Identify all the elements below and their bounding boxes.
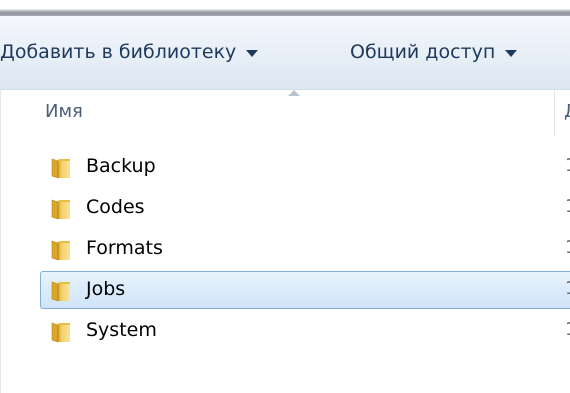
file-meta: 1 xyxy=(565,155,570,176)
add-to-library-label: Добавить в библиотеку xyxy=(0,41,237,63)
column-divider[interactable] xyxy=(554,90,555,136)
file-row-jobs[interactable]: Jobs 1 xyxy=(40,271,570,309)
file-row-backup[interactable]: Backup 1 xyxy=(40,148,570,186)
file-meta: 1 xyxy=(565,319,570,340)
column-header-name[interactable]: Имя xyxy=(45,101,83,122)
sort-up-arrow-icon xyxy=(288,90,300,96)
file-row-system[interactable]: System 1 xyxy=(40,312,570,350)
file-list-pane: Имя Д Backup 1 Codes 1 Formats 1 Jobs 1 System 1 xyxy=(0,90,570,393)
file-name: Backup xyxy=(86,155,156,177)
file-meta: 1 xyxy=(565,237,570,258)
folder-icon xyxy=(51,199,70,220)
file-name: Codes xyxy=(86,196,145,218)
folder-icon xyxy=(51,158,70,179)
file-name: Formats xyxy=(86,237,163,259)
chevron-down-icon xyxy=(505,50,518,57)
file-row-codes[interactable]: Codes 1 xyxy=(40,189,570,227)
folder-icon xyxy=(51,240,70,261)
folder-icon xyxy=(51,281,70,302)
column-header-row: Имя Д xyxy=(0,90,570,136)
file-meta: 1 xyxy=(565,278,570,299)
share-button[interactable]: Общий доступ xyxy=(350,24,565,80)
chevron-down-icon xyxy=(246,50,259,57)
folder-icon xyxy=(51,322,70,343)
file-name: System xyxy=(86,319,157,341)
column-header-next[interactable]: Д xyxy=(564,101,570,122)
file-name: Jobs xyxy=(86,278,126,300)
file-row-formats[interactable]: Formats 1 xyxy=(40,230,570,268)
window-top-border xyxy=(0,0,570,16)
share-label: Общий доступ xyxy=(350,41,496,63)
command-bar: Добавить в библиотеку Общий доступ xyxy=(0,16,570,90)
file-meta: 1 xyxy=(565,196,570,217)
add-to-library-button[interactable]: Добавить в библиотеку xyxy=(0,24,320,80)
